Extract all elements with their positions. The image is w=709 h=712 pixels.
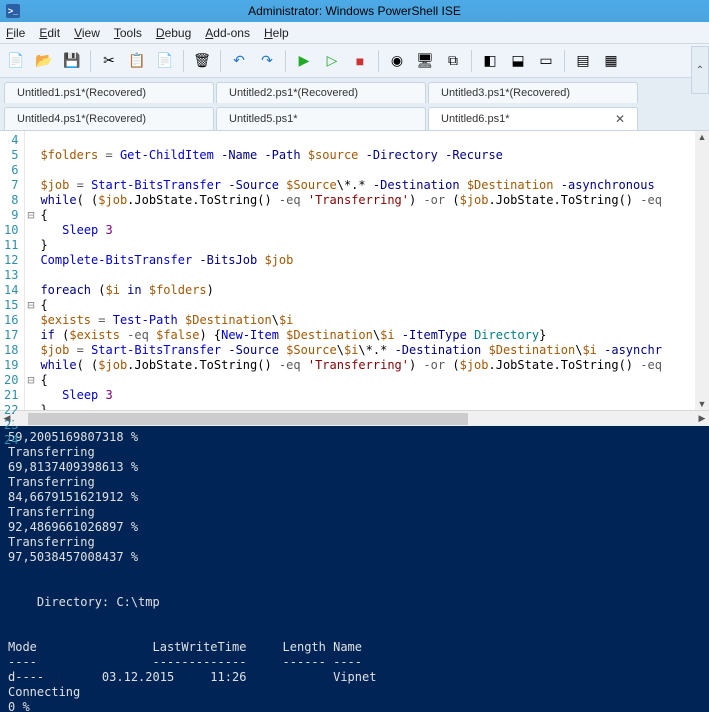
stop-icon[interactable]: ■ [348,49,372,73]
paste-icon[interactable]: 📄 [153,49,177,73]
tab-label: Untitled1.ps1*(Recovered) [17,87,146,99]
menu-tools[interactable]: Tools [114,26,142,40]
scrollbar-track[interactable] [14,412,695,426]
new-remote-tab-icon[interactable]: 🖥 [413,49,437,73]
close-icon[interactable]: ✕ [607,112,625,126]
scrollbar-thumb[interactable] [28,413,468,425]
menu-debug[interactable]: Debug [156,26,191,40]
menu-help[interactable]: Help [264,26,289,40]
script-tab[interactable]: Untitled4.ps1*(Recovered) [4,107,214,130]
scroll-right-icon[interactable]: ▶ [695,412,709,426]
script-tab[interactable]: Untitled2.ps1*(Recovered) [216,82,426,103]
toolbar: 📄📂💾✂📋📄🗑↶↷▶▷■◉🖥⧉◧⬓▭▤▦ [0,44,709,78]
menu-file[interactable]: File [6,26,25,40]
run-selection-icon[interactable]: ▷ [320,49,344,73]
tab-label: Untitled2.ps1*(Recovered) [229,87,358,99]
horizontal-scrollbar[interactable]: ◀ ▶ [0,410,709,426]
copy-icon[interactable]: 📋 [125,49,149,73]
menu-view[interactable]: View [74,26,100,40]
open-file-icon[interactable]: 📂 [32,49,56,73]
clear-icon[interactable]: 🗑 [190,49,214,73]
powershell-icon[interactable]: ⧉ [441,49,465,73]
code-area[interactable]: $folders = Get-ChildItem -Name -Path $so… [36,131,709,410]
show-commands-icon[interactable]: ▤ [571,49,595,73]
title-bar: >_ Administrator: Windows PowerShell ISE [0,0,709,22]
menu-edit[interactable]: Edit [39,26,60,40]
console-output[interactable]: 59,2005169807318 % Transferring 69,81374… [0,426,709,712]
layout-full-icon[interactable]: ▭ [534,49,558,73]
menu-bar: File Edit View Tools Debug Add-ons Help [0,22,709,44]
layout-right-icon[interactable]: ◧ [478,49,502,73]
script-tab[interactable]: Untitled5.ps1* [216,107,426,130]
save-file-icon[interactable]: 💾 [60,49,84,73]
menu-addons[interactable]: Add-ons [205,26,250,40]
scroll-up-icon[interactable]: ▲ [697,131,708,143]
cut-icon[interactable]: ✂ [97,49,121,73]
tab-label: Untitled4.ps1*(Recovered) [17,113,146,125]
undo-icon[interactable]: ↶ [227,49,251,73]
layout-bottom-icon[interactable]: ⬓ [506,49,530,73]
app-icon: >_ [6,4,20,18]
code-editor[interactable]: 456789101112131415161718192021222324 ⊟⊟⊟… [0,130,709,410]
tab-label: Untitled3.ps1*(Recovered) [441,87,570,99]
script-tab[interactable]: Untitled3.ps1*(Recovered) [428,82,638,103]
script-tab[interactable]: Untitled1.ps1*(Recovered) [4,82,214,103]
breakpoint-icon[interactable]: ◉ [385,49,409,73]
vertical-scrollbar[interactable]: ▲ ▼ [695,131,709,410]
tab-label: Untitled5.ps1* [229,113,298,125]
window-title: Administrator: Windows PowerShell ISE [248,4,461,18]
scroll-down-icon[interactable]: ▼ [697,398,708,410]
tab-bar: Untitled1.ps1*(Recovered) Untitled2.ps1*(… [0,78,709,130]
show-panel-icon[interactable]: ▦ [599,49,623,73]
fold-gutter[interactable]: ⊟⊟⊟ [25,131,36,410]
tab-label: Untitled6.ps1* [441,113,510,125]
line-number-gutter: 456789101112131415161718192021222324 [0,131,25,410]
new-file-icon[interactable]: 📄 [4,49,28,73]
collapse-panel-icon[interactable]: ⌃ [691,46,709,94]
redo-icon[interactable]: ↷ [255,49,279,73]
run-icon[interactable]: ▶ [292,49,316,73]
script-tab[interactable]: Untitled6.ps1* ✕ [428,107,638,130]
